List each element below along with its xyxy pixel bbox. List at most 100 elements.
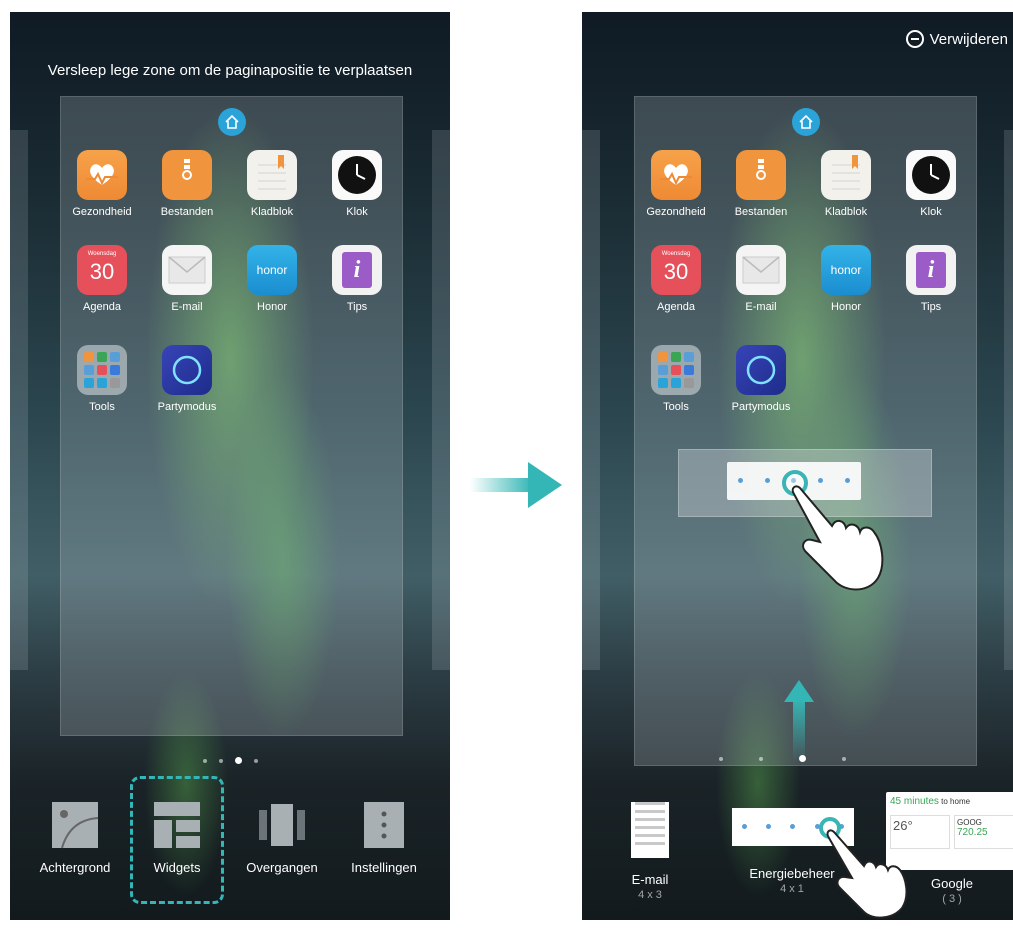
app-label: Partymodus — [731, 401, 791, 413]
menu-achtergrond[interactable]: Achtergrond — [25, 792, 125, 875]
app-klok[interactable]: Klok — [316, 150, 398, 218]
home-page-icon[interactable] — [218, 108, 246, 136]
page-dot[interactable] — [253, 758, 258, 763]
app-tools[interactable]: Tools — [635, 345, 717, 413]
app-gezondheid[interactable]: Gezondheid — [635, 150, 717, 218]
health-icon — [651, 150, 701, 200]
app-bestanden[interactable]: Bestanden — [146, 150, 228, 218]
app-label: Kladblok — [824, 206, 868, 218]
app-honor[interactable]: honor Honor — [805, 245, 887, 313]
wifi-toggle-icon — [736, 823, 752, 831]
app-partymodus[interactable]: Partymodus — [720, 345, 802, 413]
pointing-hand-icon — [791, 485, 884, 591]
location-toggle-icon — [785, 823, 801, 831]
google-eta-suffix: to home — [941, 797, 971, 806]
mail-icon — [162, 245, 212, 295]
app-tips[interactable]: i Tips — [316, 245, 398, 313]
page-indicator — [10, 752, 450, 770]
home-page-icon[interactable] — [792, 108, 820, 136]
page-dot[interactable] — [758, 756, 763, 761]
stock-price: 720.25 — [957, 827, 988, 838]
tutorial-canvas: Versleep lege zone om de paginapositie t… — [0, 0, 1013, 930]
honor-logo-text: honor — [256, 263, 288, 277]
google-eta: 45 minutes — [890, 796, 939, 807]
app-label: Kladblok — [250, 206, 294, 218]
app-bestanden[interactable]: Bestanden — [720, 150, 802, 218]
transitions-icon — [257, 800, 307, 850]
app-email[interactable]: E-mail — [146, 245, 228, 313]
edit-menu-bar: Achtergrond Widgets Overgangen Instellin… — [10, 792, 450, 892]
app-tips[interactable]: i Tips — [890, 245, 972, 313]
email-widget-thumbnail — [631, 802, 669, 858]
app-label: Gezondheid — [646, 206, 706, 218]
app-gezondheid[interactable]: Gezondheid — [61, 150, 143, 218]
page-dot-active[interactable] — [798, 755, 806, 763]
app-label: Agenda — [83, 301, 121, 313]
menu-instellingen[interactable]: Instellingen — [334, 792, 434, 875]
wallpaper-icon — [50, 800, 100, 850]
calendar-day-number: 30 — [663, 259, 689, 284]
app-label: Tips — [346, 301, 368, 313]
app-partymodus[interactable]: Partymodus — [146, 345, 228, 413]
party-mode-icon — [162, 345, 212, 395]
next-page-peek[interactable] — [1004, 130, 1013, 670]
tips-icon: i — [332, 245, 382, 295]
app-label: Tools — [89, 401, 115, 413]
app-kladblok[interactable]: Kladblok — [805, 150, 887, 218]
previous-page-peek[interactable] — [582, 130, 600, 670]
remove-label: Verwijderen — [929, 30, 1008, 48]
widget-tray: E-mail 4 x 3 Energiebeheer 4 x 1 45 minu… — [582, 792, 1013, 920]
app-agenda[interactable]: Woensdag 30 Agenda — [61, 245, 143, 313]
widget-label: E-mail — [631, 872, 669, 887]
app-klok[interactable]: Klok — [890, 150, 972, 218]
app-label: Partymodus — [157, 401, 217, 413]
stock-ticker: GOOG — [957, 818, 982, 827]
app-label: Honor — [257, 301, 287, 313]
app-agenda[interactable]: Woensdag 30 Agenda — [635, 245, 717, 313]
app-label: Klok — [920, 206, 942, 218]
calendar-day-name: Woensdag — [661, 251, 691, 257]
page-dot[interactable] — [218, 758, 223, 763]
tips-icon: i — [906, 245, 956, 295]
notepad-icon — [247, 150, 297, 200]
app-kladblok[interactable]: Kladblok — [231, 150, 313, 218]
calendar-icon: Woensdag 30 — [77, 245, 127, 295]
next-page-peek[interactable] — [432, 130, 450, 670]
app-label: E-mail — [745, 301, 777, 313]
app-email[interactable]: E-mail — [720, 245, 802, 313]
menu-label: Overgangen — [246, 860, 318, 875]
page-preview[interactable]: Gezondheid Bestanden Kladblok Klok Woens… — [634, 96, 977, 766]
home-screen-add-widget: Verwijderen Gezondheid Bestanden Kladblo… — [582, 12, 1013, 920]
remove-button[interactable]: Verwijderen — [905, 30, 1008, 48]
right-arrow-icon — [470, 462, 562, 508]
page-dot[interactable] — [841, 756, 846, 761]
menu-label: Instellingen — [351, 860, 417, 875]
bluetooth-toggle-icon — [761, 823, 777, 831]
app-tools[interactable]: Tools — [61, 345, 143, 413]
menu-overgangen[interactable]: Overgangen — [232, 792, 332, 875]
menu-label: Achtergrond — [39, 860, 111, 875]
bluetooth-toggle-icon — [759, 477, 775, 485]
tools-folder-icon — [77, 345, 127, 395]
honor-icon: honor — [247, 245, 297, 295]
health-icon — [77, 150, 127, 200]
app-label: Agenda — [657, 301, 695, 313]
widget-email[interactable]: E-mail 4 x 3 — [590, 792, 710, 901]
app-label: E-mail — [171, 301, 203, 313]
app-honor[interactable]: honor Honor — [231, 245, 313, 313]
pointing-hand-icon — [826, 829, 908, 919]
honor-icon: honor — [821, 245, 871, 295]
page-dot[interactable] — [718, 756, 723, 761]
drag-hint-text: Versleep lege zone om de paginapositie t… — [47, 62, 413, 79]
page-dot-active[interactable] — [234, 757, 242, 765]
app-label: Bestanden — [734, 206, 788, 218]
page-preview[interactable]: Gezondheid Bestanden Kladblok Klok Woens… — [60, 96, 403, 736]
widgets-highlight — [130, 776, 224, 904]
previous-page-peek[interactable] — [10, 130, 28, 670]
stock-card: GOOG 720.25 — [954, 815, 1013, 849]
app-label: Bestanden — [160, 206, 214, 218]
page-dot[interactable] — [202, 758, 207, 763]
tools-folder-icon — [651, 345, 701, 395]
calendar-day-name: Woensdag — [87, 251, 117, 257]
page-indicator — [582, 750, 1013, 768]
